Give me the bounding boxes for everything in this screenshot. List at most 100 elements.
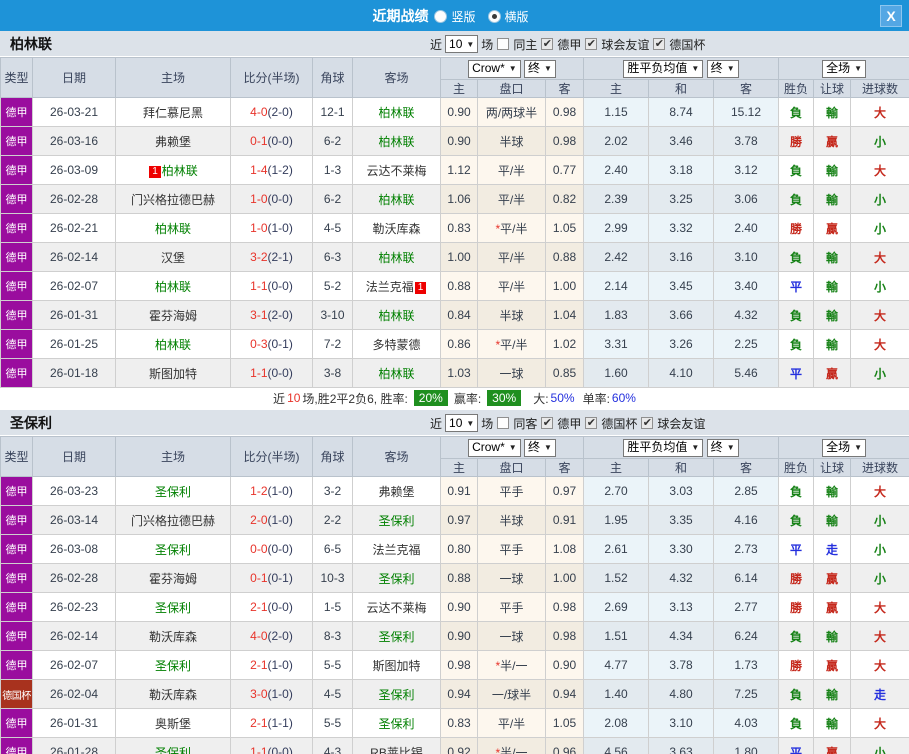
- same-venue-label: 同客: [513, 416, 538, 431]
- line-text: 半/一: [500, 745, 528, 754]
- comp-checkbox-2[interactable]: [585, 38, 598, 50]
- fulltime-score: 1-1: [250, 745, 268, 754]
- euro-away-odds: 3.78: [712, 126, 780, 156]
- euro-home-odds: 2.42: [583, 242, 649, 272]
- result-text: 贏: [826, 221, 839, 236]
- stage-select-euro[interactable]: 终: [706, 59, 739, 78]
- match-score: 1-0(1-0): [230, 213, 313, 243]
- halftime-score: (0-1): [267, 571, 293, 585]
- summary-count: 10: [287, 391, 301, 405]
- same-venue-checkbox[interactable]: [497, 38, 510, 50]
- result-text: 走: [826, 542, 839, 557]
- home-team: 奥斯堡: [115, 708, 231, 738]
- result-text: 平: [790, 366, 803, 381]
- home-team: 圣保利: [115, 650, 231, 680]
- euro-draw-odds: 3.78: [648, 650, 714, 680]
- euro-home-odds: 1.52: [583, 563, 649, 593]
- result-goals: 小: [850, 563, 909, 593]
- comp-checkbox-3[interactable]: [641, 417, 654, 429]
- col-score: 比分(半场): [230, 436, 313, 477]
- filter-near-label: 近: [430, 416, 443, 431]
- euro-away-odds: 1.80: [712, 737, 780, 754]
- league-badge: 德甲: [0, 650, 33, 680]
- result-winlose: 負: [778, 97, 815, 127]
- asian-home-odds: 0.86: [440, 329, 478, 359]
- euro-away-odds: 1.73: [712, 650, 780, 680]
- league-badge: 德甲: [0, 126, 33, 156]
- radio-horizontal-label[interactable]: 横版: [505, 8, 529, 25]
- match-row: 德甲 26-02-21 柏林联 1-0(1-0) 4-5 勒沃库森 0.83 *平/半 1.05…: [0, 213, 909, 243]
- team-link: 柏林联: [378, 192, 415, 207]
- away-team: 云达不莱梅: [352, 155, 441, 185]
- match-count-select[interactable]: 10: [445, 35, 479, 53]
- result-goals: 大: [850, 300, 909, 330]
- result-text: 輸: [826, 513, 839, 528]
- match-score: 0-1(0-1): [230, 563, 313, 593]
- euro-home-odds: 3.31: [583, 329, 649, 359]
- asian-away-odds: 0.85: [545, 358, 584, 388]
- line-text: 半球: [499, 308, 524, 323]
- asian-home-odds: 1.00: [440, 242, 478, 272]
- stage-select-asian[interactable]: 终: [524, 59, 556, 78]
- comp-checkbox-1[interactable]: [541, 38, 554, 50]
- asian-handicap-line: 平/半: [477, 708, 546, 738]
- match-date: 26-03-16: [32, 126, 116, 156]
- result-winlose: 負: [778, 621, 815, 651]
- same-venue-checkbox[interactable]: [497, 417, 510, 429]
- result-text: 大: [874, 250, 887, 265]
- result-text: 輸: [826, 629, 839, 644]
- results-table-team2: 类型 日期 主场 比分(半场) 角球 客场 Crow* 终 胜平负均值 终 全场: [0, 436, 909, 754]
- match-date: 26-03-08: [32, 534, 116, 564]
- result-text: 負: [790, 716, 803, 731]
- asian-handicap-line: 两/两球半: [477, 97, 546, 127]
- stage-select-euro[interactable]: 终: [706, 438, 739, 457]
- comp-checkbox-2[interactable]: [585, 417, 598, 429]
- asian-away-odds: 0.91: [545, 505, 584, 535]
- close-button[interactable]: X: [880, 5, 902, 27]
- result-goals: 大: [850, 242, 909, 272]
- asian-away-odds: 1.00: [545, 563, 584, 593]
- away-team: 多特蒙德: [352, 329, 441, 359]
- match-date: 26-02-21: [32, 213, 116, 243]
- match-date: 26-02-28: [32, 563, 116, 593]
- radio-vertical-label[interactable]: 竖版: [451, 8, 475, 25]
- result-handicap: 贏: [813, 213, 852, 243]
- scope-select[interactable]: 全场: [822, 59, 866, 78]
- result-goals: 走: [850, 679, 909, 709]
- asian-handicap-line: 半球: [477, 300, 546, 330]
- away-team: 柏林联: [352, 126, 441, 156]
- avg-odds-select[interactable]: 胜平负均值: [623, 59, 704, 78]
- comp-checkbox-3[interactable]: [653, 38, 666, 50]
- filter-bar: 近 10 场 同客 德甲 德国杯 球会友谊: [430, 410, 705, 436]
- red-card-badge: 1: [149, 165, 161, 178]
- bookmaker-select[interactable]: Crow*: [468, 438, 521, 457]
- corner-score: 2-2: [312, 505, 353, 535]
- result-winlose: 平: [778, 534, 815, 564]
- titlebar: 近期战绩 竖版 横版 X: [0, 1, 909, 31]
- away-team: 圣保利: [352, 563, 441, 593]
- asian-home-odds: 1.03: [440, 358, 478, 388]
- euro-away-odds: 3.06: [712, 184, 780, 214]
- corner-score: 5-5: [312, 708, 353, 738]
- radio-horizontal-layout[interactable]: [487, 9, 501, 23]
- match-count-select[interactable]: 10: [445, 414, 479, 432]
- comp-checkbox-1[interactable]: [541, 417, 554, 429]
- corner-score: 10-3: [312, 563, 353, 593]
- asian-home-odds: 0.94: [440, 679, 478, 709]
- scope-select[interactable]: 全场: [822, 438, 866, 457]
- match-date: 26-02-07: [32, 271, 116, 301]
- asian-away-odds: 1.02: [545, 329, 584, 359]
- result-text: 勝: [790, 600, 803, 615]
- stage-select-asian[interactable]: 终: [524, 438, 556, 457]
- avg-odds-select[interactable]: 胜平负均值: [623, 438, 704, 457]
- match-row: 德国杯 26-02-04 勒沃库森 3-0(1-0) 4-5 圣保利 0.94 一/球半 0.9…: [0, 679, 909, 709]
- home-team: 霍芬海姆: [115, 300, 231, 330]
- radio-vertical-layout[interactable]: [434, 9, 448, 23]
- euro-home-odds: 1.95: [583, 505, 649, 535]
- result-goals: 大: [850, 708, 909, 738]
- line-text: 一球: [499, 366, 524, 381]
- match-row: 德甲 26-03-08 圣保利 0-0(0-0) 6-5 法兰克福 0.80 平手 1.08 2.…: [0, 534, 909, 564]
- league-badge: 德甲: [0, 708, 33, 738]
- bookmaker-select[interactable]: Crow*: [468, 59, 521, 78]
- match-row: 德甲 26-03-14 门兴格拉德巴赫 2-0(1-0) 2-2 圣保利 0.97 半球 0.9…: [0, 505, 909, 535]
